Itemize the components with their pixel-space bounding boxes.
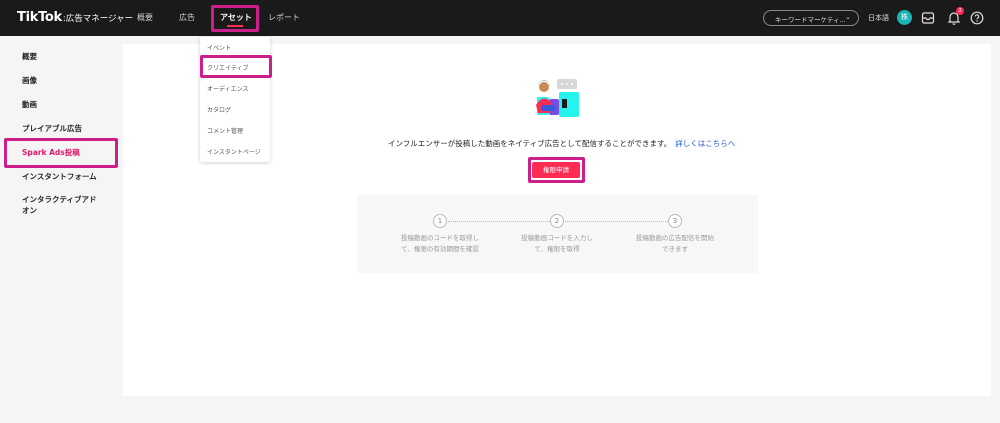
- step-3-line1: 投稿動画の広告配信を開始: [636, 234, 714, 242]
- sidebar-item-overview[interactable]: 概要: [22, 51, 37, 62]
- menu-item-audience[interactable]: オーディエンス: [207, 84, 248, 93]
- sidebar-item-interactive-addon-line2: オン: [22, 206, 37, 215]
- step-3-number: 3: [668, 214, 682, 228]
- notification-badge: 2: [956, 7, 964, 15]
- step-2-line2: て、権限を取得: [534, 245, 580, 253]
- spark-ads-description: インフルエンサーが投稿した動画をネイティブ広告として配信することができます。 詳し…: [388, 138, 735, 149]
- spark-ads-highlight: [4, 138, 118, 168]
- chevron-down-icon: ⌄: [845, 13, 851, 21]
- nav-overview[interactable]: 概要: [137, 12, 153, 23]
- menu-item-comment-management[interactable]: コメント管理: [207, 126, 243, 135]
- sidebar-item-playable-ads[interactable]: プレイアブル広告: [22, 123, 82, 134]
- description-text: インフルエンサーが投稿した動画をネイティブ広告として配信することができます。: [388, 139, 672, 148]
- sidebar-item-videos[interactable]: 動画: [22, 99, 37, 110]
- tiktok-ads-manager-logo[interactable]: TikTok:広告マネージャー: [17, 10, 133, 25]
- nav-ads[interactable]: 広告: [179, 12, 195, 23]
- help-icon[interactable]: [969, 10, 985, 26]
- menu-item-events[interactable]: イベント: [207, 43, 231, 52]
- account-select-value: キーワードマーケティ...: [775, 16, 846, 24]
- sidebar-item-images[interactable]: 画像: [22, 75, 37, 86]
- menu-item-instant-page[interactable]: インスタントページ: [207, 147, 261, 156]
- step-1-text: 投稿動画のコードを取得し て、権限の有効期間を確認: [385, 233, 495, 255]
- sidebar-item-instant-form[interactable]: インスタントフォーム: [22, 171, 97, 182]
- sidebar-item-interactive-addon[interactable]: インタラクティブアド オン: [22, 194, 97, 216]
- apply-button-highlight: [528, 157, 585, 183]
- account-select[interactable]: キーワードマーケティ... ⌄: [763, 10, 859, 26]
- avatar[interactable]: 株: [897, 10, 912, 25]
- top-bar: TikTok:広告マネージャー 概要 広告 アセット レポート キーワードマーケ…: [0, 0, 1000, 36]
- step-2-text: 投稿動画コードを入力し て、権限を取得: [502, 233, 612, 255]
- logo-brand: TikTok: [17, 10, 62, 25]
- creator-illustration: [536, 79, 579, 117]
- step-2-number: 2: [550, 214, 564, 228]
- nav-assets-highlight: [211, 5, 259, 32]
- step-1-line2: て、権限の有効期間を確認: [401, 245, 479, 253]
- sidebar-item-interactive-addon-line1: インタラクティブアド: [22, 195, 97, 204]
- step-3-line2: できます: [662, 245, 688, 253]
- step-2-line1: 投稿動画コードを入力し: [521, 234, 593, 242]
- creative-highlight: [200, 55, 272, 78]
- language-selector[interactable]: 日本語: [868, 13, 889, 23]
- step-1-number: 1: [433, 214, 447, 228]
- step-connector-2: [565, 221, 668, 222]
- menu-item-catalog[interactable]: カタログ: [207, 105, 231, 114]
- nav-reports[interactable]: レポート: [268, 12, 300, 23]
- step-3-text: 投稿動画の広告配信を開始 できます: [620, 233, 730, 255]
- learn-more-link[interactable]: 詳しくはこちらへ: [675, 139, 735, 148]
- step-1-line1: 投稿動画のコードを取得し: [401, 234, 479, 242]
- logo-subtitle: :広告マネージャー: [62, 14, 134, 24]
- inbox-icon[interactable]: [920, 10, 936, 26]
- step-connector-1: [448, 221, 550, 222]
